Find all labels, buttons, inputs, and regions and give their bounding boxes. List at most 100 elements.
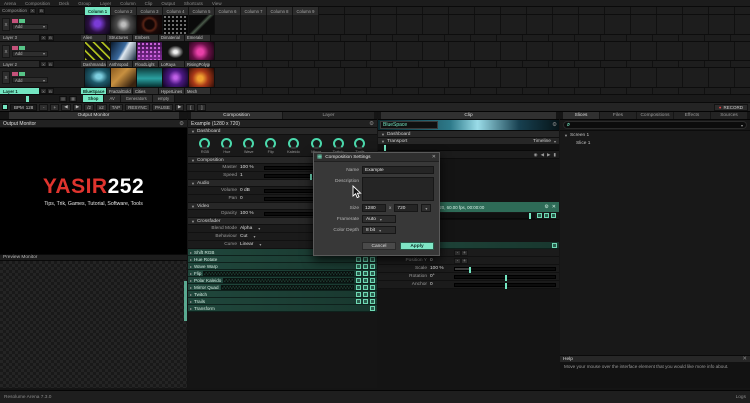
tap-button[interactable]: TAP — [108, 103, 124, 111]
menu-group[interactable]: Group — [78, 1, 91, 6]
effect-solo-icon[interactable] — [363, 291, 368, 297]
column-tab-7[interactable]: Column 7 — [241, 7, 267, 15]
position-x-minus-button[interactable]: - — [454, 249, 461, 256]
layer-1-eject-button[interactable]: X — [2, 71, 10, 85]
dashboard-knob[interactable] — [199, 137, 211, 149]
column-tab-5[interactable]: Column 5 — [189, 7, 215, 15]
search-input[interactable]: ⌕ ▾ — [563, 121, 747, 129]
scale-slider[interactable] — [454, 266, 556, 273]
effect-remove-icon[interactable] — [370, 256, 375, 262]
dashboard-knob[interactable] — [332, 137, 344, 149]
layer-2-x-button[interactable]: X — [40, 61, 47, 68]
effect-remove-icon[interactable] — [370, 277, 375, 283]
effect-remove-icon[interactable] — [370, 298, 375, 304]
effect-remove-icon[interactable] — [370, 284, 375, 290]
tab-sources[interactable]: Sources — [711, 112, 747, 119]
loop-mode-icon[interactable]: ◉ — [534, 152, 538, 158]
effect-bypass-icon[interactable] — [356, 284, 361, 290]
progress-marker[interactable] — [528, 212, 531, 219]
clip-solo-icon[interactable] — [544, 213, 549, 218]
deck-tab-empty[interactable]: empty — [152, 95, 176, 102]
clip-name[interactable]: Anthropod — [107, 61, 133, 68]
column-tab-4[interactable]: Column 4 — [163, 7, 189, 15]
effect-drag-strip[interactable] — [203, 270, 354, 276]
clip-thumb-dashmandala[interactable] — [85, 41, 111, 61]
clip-thumb-dimaterial[interactable] — [163, 15, 189, 34]
layer-3-x-button[interactable]: X — [40, 34, 47, 41]
composition-bypass-button[interactable]: B — [38, 7, 46, 14]
list-view-icon[interactable]: ▤ — [59, 95, 67, 102]
effect-solo-icon[interactable] — [363, 263, 368, 269]
layer-1-video-indicator[interactable] — [12, 72, 18, 77]
description-field[interactable] — [362, 177, 434, 201]
gear-icon[interactable]: ⚙ — [179, 121, 184, 127]
deck-tab-generators[interactable]: Generators — [120, 95, 153, 102]
effect-bypass-icon[interactable] — [356, 277, 361, 283]
slider-handle[interactable] — [469, 266, 471, 273]
clip-thumb-hyperlines[interactable] — [163, 68, 189, 88]
bpm-double-button[interactable]: x2 — [95, 103, 107, 111]
position-y-value[interactable]: 0 — [430, 258, 454, 263]
clip-name[interactable]: Embers — [133, 34, 159, 41]
effect-trails[interactable]: ▸ Trails — [188, 298, 377, 305]
layer-2-b-button[interactable]: B — [47, 61, 54, 68]
layer-1-label[interactable]: Layer 1 — [0, 88, 40, 95]
clip-dashboard-header[interactable]: ▼ Dashboard — [378, 131, 559, 138]
clip-thumb-emerald[interactable] — [189, 15, 215, 34]
quantize-right-button[interactable]: ] — [197, 103, 207, 111]
column-tab-1[interactable]: Column 1 — [85, 7, 111, 15]
rotation-value[interactable]: 0° — [430, 274, 454, 279]
effect-mirror-quad[interactable]: ▸ Mirror Quad — [188, 284, 377, 291]
position-y-plus-button[interactable]: + — [461, 257, 468, 264]
clip-thumb-structures[interactable] — [111, 15, 137, 34]
rotation-slider[interactable] — [454, 274, 556, 281]
bounce-mode-icon[interactable]: ▮ — [554, 152, 556, 158]
tab-files[interactable]: Files — [600, 112, 636, 119]
curve-select[interactable]: Linear ▾ — [240, 242, 261, 247]
effect-solo-icon[interactable] — [363, 298, 368, 304]
pan-value[interactable]: 0 — [240, 196, 264, 201]
menu-column[interactable]: Column — [120, 1, 136, 6]
layer-3-video-indicator[interactable] — [12, 18, 18, 23]
menu-deck[interactable]: Deck — [59, 1, 69, 6]
menu-arena[interactable]: Arena — [4, 1, 16, 6]
menu-layer[interactable]: Layer — [100, 1, 111, 6]
nudge-forward-button[interactable]: ▶ — [72, 103, 83, 111]
clip-thumb-loraya[interactable] — [163, 41, 189, 61]
layer-3-audio-indicator[interactable] — [19, 18, 25, 23]
tab-slices[interactable]: Slices — [563, 112, 599, 119]
layer-3-eject-button[interactable]: X — [2, 17, 10, 31]
scale-value[interactable]: 100 % — [430, 266, 454, 271]
clip-name[interactable]: LoRaya — [159, 61, 185, 68]
dashboard-knob[interactable] — [310, 137, 322, 149]
quantize-left-button[interactable]: [ — [186, 103, 196, 111]
effect-bypass-icon[interactable] — [356, 270, 361, 276]
effect-bypass-icon[interactable] — [356, 256, 361, 262]
menu-view[interactable]: View — [212, 1, 222, 6]
dashboard-knob[interactable] — [243, 137, 255, 149]
tab-layer[interactable]: Layer — [283, 112, 374, 119]
framerate-select[interactable]: Auto ▾ — [362, 215, 396, 223]
clip-timeline-track[interactable] — [378, 145, 559, 151]
clip-name[interactable]: RisingPolygons — [185, 61, 211, 68]
clip-bypass-icon[interactable] — [537, 213, 542, 218]
layer-3-b-button[interactable]: B — [47, 34, 54, 41]
layer-1-b-button[interactable]: B — [47, 88, 54, 95]
effect-polar-kaleido[interactable]: ▸ Polar Kaleido — [188, 277, 377, 284]
record-button[interactable]: ● RECORD — [713, 103, 748, 111]
effect-drag-strip[interactable] — [223, 277, 354, 283]
volume-value[interactable]: 0 dB — [240, 188, 264, 193]
expand-icon[interactable]: ▼ — [564, 133, 568, 138]
playhead-marker[interactable] — [384, 145, 386, 151]
empty-clip-cells[interactable] — [215, 41, 750, 61]
preview-scrollbar[interactable] — [184, 281, 187, 321]
effect-bypass-icon[interactable] — [370, 305, 375, 311]
effect-solo-icon[interactable] — [363, 256, 368, 262]
cancel-button[interactable]: Cancel — [362, 242, 396, 250]
clip-name[interactable]: Mech — [185, 88, 211, 95]
pause-button[interactable]: PAUSE — [151, 103, 173, 111]
effect-drag-strip[interactable] — [220, 284, 354, 290]
dialog-titlebar[interactable]: ▦ Composition Settings ✕ — [314, 153, 439, 162]
menu-composition[interactable]: Composition — [25, 1, 50, 6]
anchor-value[interactable]: 0 — [430, 282, 454, 287]
